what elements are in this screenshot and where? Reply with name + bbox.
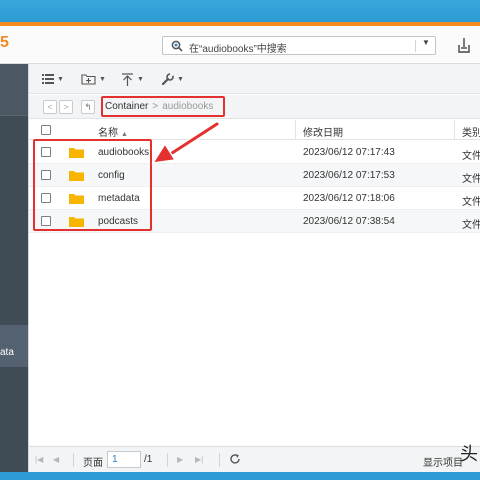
file-browser-panel: ▼ ▼ ▼ ▼ < > ↰ Container > audiobooks 名称 …	[28, 64, 480, 472]
caret-down-icon: ▼	[57, 75, 64, 83]
refresh-icon[interactable]	[229, 453, 241, 465]
chevron-right-icon: >	[63, 102, 69, 112]
file-type: 文件	[462, 197, 480, 208]
search-placeholder: 在“audiobooks”中搜索	[189, 44, 287, 55]
upload-button[interactable]: ▼	[121, 70, 144, 88]
left-nav-panel	[0, 64, 28, 472]
last-page-icon[interactable]: ▶|	[195, 455, 203, 464]
first-page-icon[interactable]: |◀	[35, 455, 43, 464]
show-items-label: 显示项目	[423, 458, 463, 469]
file-type: 文件	[462, 174, 480, 185]
column-header-type[interactable]: 类别	[462, 124, 480, 139]
upload-icon	[122, 72, 133, 86]
page-number-input[interactable]: 1	[107, 451, 141, 468]
search-divider	[415, 40, 416, 52]
toolbar: ▼ ▼ ▼ ▼	[29, 64, 480, 94]
navigation-bar: < > ↰ Container > audiobooks	[29, 95, 480, 119]
watermark-logo: 头	[460, 444, 478, 465]
chevron-down-icon[interactable]: ▼	[422, 38, 430, 47]
search-icon	[171, 40, 183, 52]
desktop-top-strip	[0, 0, 480, 24]
new-folder-button[interactable]: ▼	[81, 70, 106, 88]
caret-down-icon: ▼	[137, 75, 144, 83]
pager-divider	[219, 453, 220, 467]
column-header-modified[interactable]: 修改日期	[303, 124, 343, 139]
app-header: 5 在“audiobooks”中搜索 ▼	[0, 26, 480, 64]
column-header-name-label: 名称	[98, 128, 118, 139]
previous-page-icon[interactable]: ◀	[53, 455, 59, 464]
column-header-name[interactable]: 名称 ▲	[98, 124, 128, 139]
file-modified-date: 2023/06/12 07:18:06	[303, 193, 395, 204]
page-label: 页面	[83, 458, 103, 469]
column-divider	[295, 120, 296, 140]
left-nav-item-label: ata	[0, 347, 14, 358]
annotation-highlight-breadcrumb	[101, 96, 225, 117]
file-modified-date: 2023/06/12 07:17:43	[303, 147, 395, 158]
caret-down-icon: ▼	[177, 75, 184, 83]
view-mode-button[interactable]: ▼	[42, 70, 64, 88]
left-nav-selected-item[interactable]	[0, 325, 28, 367]
file-modified-date: 2023/06/12 07:17:53	[303, 170, 395, 181]
file-type: 文件	[462, 151, 480, 162]
chevron-left-icon: <	[47, 102, 53, 112]
list-view-icon	[42, 74, 54, 84]
select-all-checkbox[interactable]	[41, 125, 51, 135]
back-button[interactable]: <	[43, 100, 57, 114]
desktop-bottom-strip	[0, 472, 480, 480]
left-nav-header	[0, 64, 28, 116]
search-input[interactable]: 在“audiobooks”中搜索 ▼	[162, 36, 436, 55]
page-total: /1	[144, 454, 153, 465]
file-modified-date: 2023/06/12 07:38:54	[303, 216, 395, 227]
caret-down-icon: ▼	[99, 75, 106, 83]
pager-divider	[167, 453, 168, 467]
next-page-icon[interactable]: ▶	[177, 455, 183, 464]
return-arrow-icon: ↰	[84, 102, 92, 112]
pagination-bar: |◀ ◀ 页面 1 /1 ▶ ▶| 显示项目	[29, 446, 480, 472]
wrench-icon	[161, 72, 174, 85]
tray-icon[interactable]	[456, 36, 472, 54]
sort-ascending-icon: ▲	[121, 131, 128, 138]
file-type: 文件	[462, 220, 480, 231]
app-logo: 5	[0, 34, 9, 51]
table-header: 名称 ▲ 修改日期 类别	[29, 120, 480, 140]
up-level-button[interactable]: ↰	[81, 100, 95, 114]
forward-button[interactable]: >	[59, 100, 73, 114]
annotation-highlight-folders	[33, 139, 152, 231]
pager-divider	[73, 453, 74, 467]
tools-button[interactable]: ▼	[161, 70, 184, 88]
new-folder-icon	[81, 74, 96, 85]
column-divider	[454, 120, 455, 140]
